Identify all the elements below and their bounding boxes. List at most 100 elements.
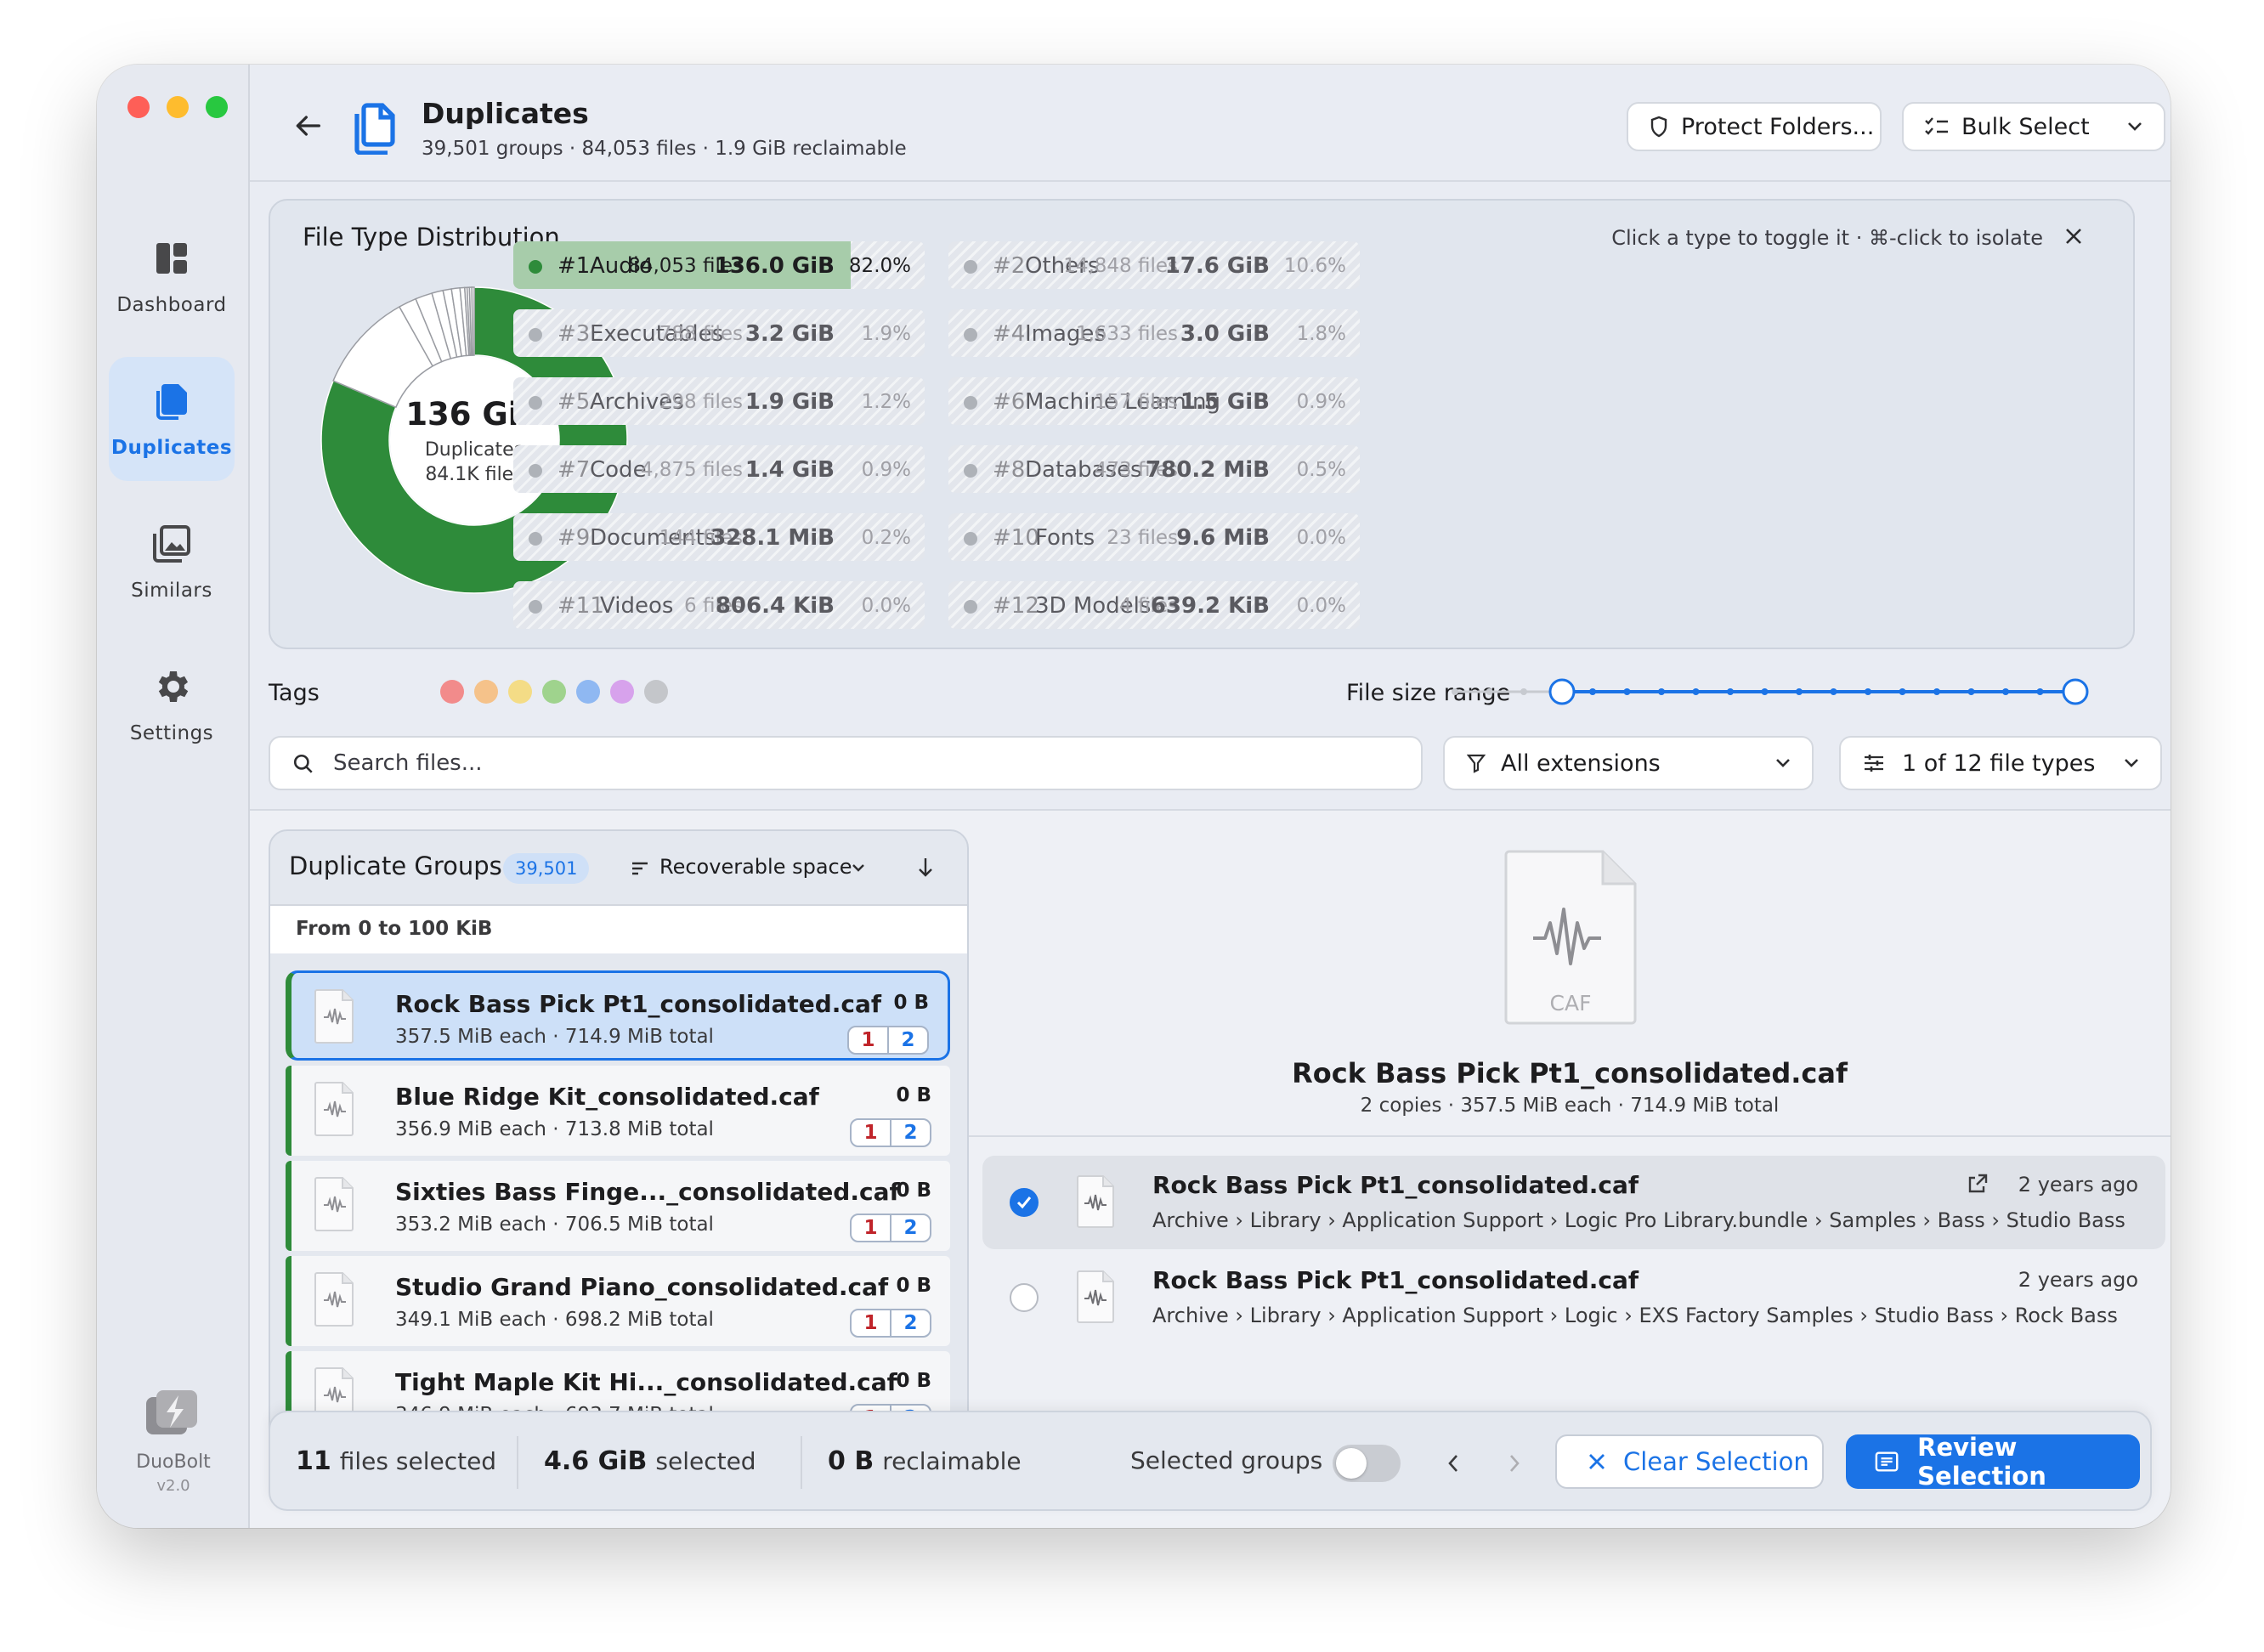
sidebar-item-dashboard[interactable]: Dashboard bbox=[109, 214, 235, 338]
type-rank: #1 bbox=[558, 253, 591, 279]
duplicate-groups-panel: Duplicate Groups 39,501 Recoverable spac… bbox=[269, 829, 969, 1475]
duplicate-group-row[interactable]: Blue Ridge Kit_consolidated.caf 356.9 MiB… bbox=[286, 1066, 950, 1156]
sidebar-item-duplicates[interactable]: Duplicates bbox=[109, 357, 235, 481]
sidebar-item-settings[interactable]: Settings bbox=[109, 642, 235, 767]
bulk-select-dropdown[interactable]: Bulk Select bbox=[1902, 102, 2165, 151]
page-title: Duplicates bbox=[422, 97, 589, 130]
review-selection-button[interactable]: Review Selection bbox=[1846, 1433, 2140, 1491]
file-type-row[interactable]: #5 Archives 298 files 1.9 GiB 1.2% bbox=[513, 377, 925, 425]
file-types-dropdown[interactable]: 1 of 12 file types bbox=[1839, 736, 2162, 790]
duplicate-group-row[interactable]: Studio Grand Piano_consolidated.caf 349.1… bbox=[286, 1256, 950, 1346]
type-percent: 0.5% bbox=[1296, 459, 1346, 481]
search-input[interactable]: Search files... bbox=[269, 736, 1423, 790]
duplicate-group-row[interactable]: Sixties Bass Finge..._consolidated.caf 35… bbox=[286, 1161, 950, 1251]
tag-color-dot[interactable] bbox=[474, 680, 498, 704]
type-rank: #6 bbox=[993, 389, 1026, 415]
copy-count-pill: 12 bbox=[850, 1214, 931, 1242]
type-percent: 10.6% bbox=[1283, 255, 1346, 277]
file-type-row[interactable]: #10 Fonts 23 files 9.6 MiB 0.0% bbox=[948, 513, 1360, 561]
total-count: 2 bbox=[903, 1217, 918, 1239]
type-dot bbox=[964, 600, 977, 614]
search-placeholder: Search files... bbox=[333, 750, 483, 776]
sliders-icon bbox=[1865, 755, 1883, 772]
files-selected-label: files selected bbox=[339, 1447, 497, 1475]
tag-color-dot[interactable] bbox=[576, 680, 600, 704]
copy-select-checkbox[interactable] bbox=[1010, 1188, 1039, 1217]
file-type-row[interactable]: #6 Machine Learning 157 files 1.5 GiB 0.9% bbox=[948, 377, 1360, 425]
type-size: 780.2 MiB bbox=[1146, 457, 1270, 483]
group-file-name: Rock Bass Pick Pt1_consolidated.caf bbox=[395, 990, 882, 1018]
file-type-row[interactable]: #11 Videos 6 files 806.4 KiB 0.0% bbox=[513, 581, 925, 629]
type-percent: 0.9% bbox=[1296, 391, 1346, 413]
type-dot bbox=[964, 532, 977, 546]
file-type-row[interactable]: #3 Executables 788 files 3.2 GiB 1.9% bbox=[513, 309, 925, 357]
total-count: 2 bbox=[901, 1029, 915, 1051]
extensions-label: All extensions bbox=[1501, 750, 1661, 777]
tag-color-dot[interactable] bbox=[508, 680, 532, 704]
chevron-left-icon[interactable] bbox=[1446, 1453, 1460, 1474]
sidebar-item-label: Settings bbox=[129, 722, 214, 744]
file-size-range-slider[interactable] bbox=[1452, 675, 2089, 709]
main-area: Duplicates 39,501 groups · 84,053 files … bbox=[250, 65, 2171, 1528]
open-external-icon[interactable] bbox=[1967, 1173, 1989, 1195]
minimize-window-button[interactable] bbox=[167, 96, 189, 118]
type-percent: 1.9% bbox=[861, 323, 911, 345]
copy-select-checkbox[interactable] bbox=[1010, 1283, 1039, 1312]
sort-dropdown[interactable]: Recoverable space bbox=[659, 855, 852, 879]
tag-color-dot[interactable] bbox=[610, 680, 634, 704]
kept-count: 1 bbox=[852, 1120, 891, 1146]
reclaimable: 0 B reclaimable bbox=[799, 1446, 1022, 1476]
type-percent: 0.0% bbox=[861, 595, 911, 617]
extensions-dropdown[interactable]: All extensions bbox=[1443, 736, 1814, 790]
tag-color-dot[interactable] bbox=[542, 680, 566, 704]
copy-file-path: Archive › Library › Application Support … bbox=[1152, 1208, 2130, 1232]
clear-selection-button[interactable]: Clear Selection bbox=[1555, 1434, 1824, 1489]
group-file-meta: 357.5 MiB each · 714.9 MiB total bbox=[395, 1026, 714, 1048]
close-window-button[interactable] bbox=[127, 96, 150, 118]
close-icon[interactable] bbox=[2063, 226, 2084, 246]
kept-count: 1 bbox=[852, 1215, 891, 1241]
selected-groups-toggle[interactable] bbox=[1333, 1445, 1401, 1482]
duplicate-group-row[interactable]: Rock Bass Pick Pt1_consolidated.caf 357.5… bbox=[286, 970, 950, 1061]
file-type-row[interactable]: #1 Audio 84,053 files 136.0 GiB 82.0% bbox=[513, 241, 925, 289]
audio-file-icon bbox=[1077, 1175, 1114, 1228]
file-type-row[interactable]: #8 Databases 473 files 780.2 MiB 0.5% bbox=[948, 445, 1360, 493]
slider-tick bbox=[1623, 688, 1631, 695]
total-count: 2 bbox=[903, 1312, 918, 1334]
file-type-row[interactable]: #4 Images 1,633 files 3.0 GiB 1.8% bbox=[948, 309, 1360, 357]
duplicate-copy-row[interactable]: Rock Bass Pick Pt1_consolidated.caf Archi… bbox=[982, 1251, 2165, 1344]
tag-color-dot[interactable] bbox=[440, 680, 464, 704]
shield-icon bbox=[1650, 116, 1667, 138]
back-arrow-icon[interactable] bbox=[291, 109, 325, 143]
results-area: Duplicate Groups 39,501 Recoverable spac… bbox=[250, 809, 2171, 1528]
slider-handle-max[interactable] bbox=[2062, 678, 2089, 705]
chevron-right-icon[interactable] bbox=[1508, 1453, 1521, 1474]
type-percent: 0.0% bbox=[1296, 595, 1346, 617]
detail-divider bbox=[969, 1135, 2171, 1137]
page-subtitle: 39,501 groups · 84,053 files · 1.9 GiB r… bbox=[422, 138, 907, 160]
group-file-name: Sixties Bass Finge..._consolidated.caf bbox=[395, 1178, 900, 1206]
zoom-window-button[interactable] bbox=[206, 96, 228, 118]
type-rank: #2 bbox=[993, 253, 1026, 279]
groups-header: Duplicate Groups 39,501 Recoverable spac… bbox=[270, 831, 967, 906]
files-selected-count: 11 bbox=[296, 1446, 331, 1476]
file-types-label: 1 of 12 file types bbox=[1902, 750, 2096, 777]
type-rank: #8 bbox=[993, 457, 1026, 483]
file-type-row[interactable]: #2 Others 14,848 files 17.6 GiB 10.6% bbox=[948, 241, 1360, 289]
sort-direction-icon[interactable] bbox=[916, 857, 935, 879]
tag-color-dot[interactable] bbox=[644, 680, 668, 704]
file-type-row[interactable]: #7 Code 4,875 files 1.4 GiB 0.9% bbox=[513, 445, 925, 493]
close-icon bbox=[1589, 1454, 1605, 1469]
distribution-hint: Click a type to toggle it · ⌘-click to i… bbox=[1611, 226, 2043, 250]
sidebar-item-similars[interactable]: Similars bbox=[109, 500, 235, 624]
slider-tick bbox=[1865, 688, 1871, 695]
protect-folders-button[interactable]: Protect Folders... bbox=[1627, 102, 1882, 151]
audio-file-icon bbox=[314, 1177, 354, 1231]
duplicate-copy-row[interactable]: Rock Bass Pick Pt1_consolidated.caf Archi… bbox=[982, 1156, 2165, 1249]
copy-file-path: Archive › Library › Application Support … bbox=[1152, 1304, 2118, 1327]
slider-handle-min[interactable] bbox=[1548, 678, 1576, 705]
sidebar-item-label: Similars bbox=[131, 580, 212, 602]
file-type-row[interactable]: #12 3D Models 4 files 639.2 KiB 0.0% bbox=[948, 581, 1360, 629]
file-type-row[interactable]: #9 Documents 144 files 328.1 MiB 0.2% bbox=[513, 513, 925, 561]
group-file-name: Tight Maple Kit Hi..._consolidated.caf bbox=[395, 1368, 897, 1396]
